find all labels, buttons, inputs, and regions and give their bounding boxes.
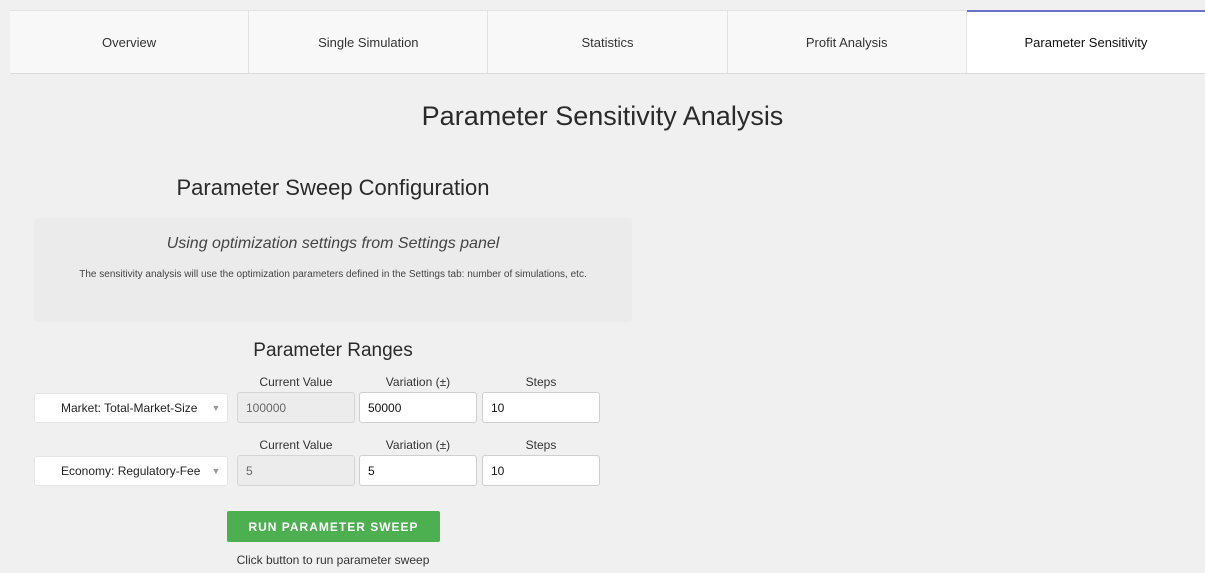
chevron-down-icon: ▼: [211, 466, 221, 476]
tab-single-simulation[interactable]: Single Simulation: [249, 11, 489, 73]
tab-overview[interactable]: Overview: [10, 11, 250, 73]
tab-profit-analysis[interactable]: Profit Analysis: [728, 11, 967, 73]
sweep-config-title: Parameter Sweep Configuration: [176, 175, 490, 200]
col-label-current-value: Current Value: [259, 438, 333, 452]
steps-input-1[interactable]: [482, 392, 600, 423]
col-label-variation: Variation (±): [385, 438, 451, 452]
col-label-steps: Steps: [525, 438, 557, 452]
optimization-info-box: Using optimization settings from Setting…: [34, 218, 632, 322]
run-parameter-sweep-button[interactable]: RUN PARAMETER SWEEP: [227, 511, 440, 542]
tab-statistics[interactable]: Statistics: [488, 11, 728, 73]
col-label-variation: Variation (±): [385, 375, 451, 389]
current-value-input-2: [237, 455, 355, 486]
col-label-current-value: Current Value: [259, 375, 333, 389]
parameter-select-1[interactable]: Market: Total-Market-Size ▼: [34, 393, 228, 423]
parameter-select-2-value: Economy: Regulatory-Fee: [61, 464, 201, 478]
tab-bar: Overview Single Simulation Statistics Pr…: [10, 10, 1205, 74]
variation-input-1[interactable]: [359, 392, 477, 423]
info-text: The sensitivity analysis will use the op…: [79, 269, 587, 280]
variation-input-2[interactable]: [359, 455, 477, 486]
parameter-ranges-title: Parameter Ranges: [253, 340, 413, 361]
tab-parameter-sensitivity[interactable]: Parameter Sensitivity: [966, 10, 1205, 73]
info-heading: Using optimization settings from Setting…: [166, 235, 500, 252]
col-label-steps: Steps: [525, 375, 557, 389]
page-title: Parameter Sensitivity Analysis: [421, 101, 784, 131]
sweep-status-text: Click button to run parameter sweep: [236, 553, 430, 567]
current-value-input-1: [237, 392, 355, 423]
parameter-select-1-value: Market: Total-Market-Size: [61, 401, 198, 415]
parameter-select-2[interactable]: Economy: Regulatory-Fee ▼: [34, 456, 228, 486]
steps-input-2[interactable]: [482, 455, 600, 486]
chevron-down-icon: ▼: [211, 403, 221, 413]
